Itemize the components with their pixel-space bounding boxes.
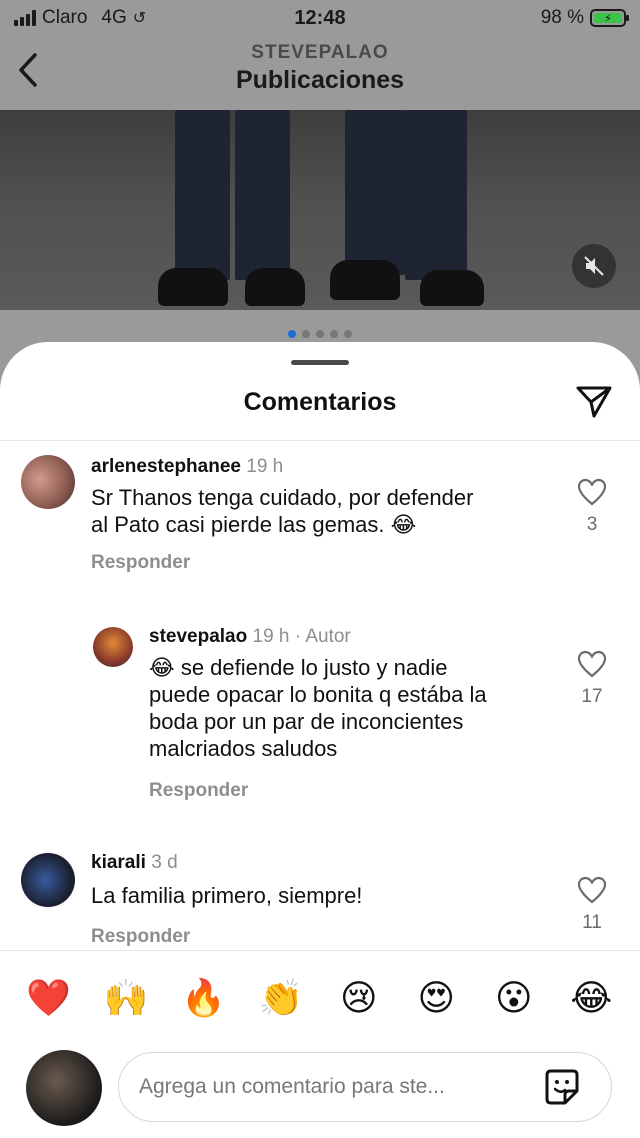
comment-text-line: La familia primero, siempre! xyxy=(91,883,363,908)
avatar[interactable] xyxy=(93,627,133,667)
share-button[interactable] xyxy=(574,382,614,422)
mute-icon xyxy=(584,256,604,276)
emoji-button-cry[interactable]: 😢 xyxy=(329,977,389,1019)
send-icon xyxy=(576,386,612,418)
status-bar: Claro 4G ↺ 12:48 98 % ⚡ xyxy=(0,0,640,36)
page-title: Publicaciones xyxy=(235,66,405,94)
emoji-button-clap[interactable]: 👏 xyxy=(251,977,311,1019)
heart-icon xyxy=(577,478,607,506)
comment-username[interactable]: arlenestephanee xyxy=(91,456,241,477)
nav-subtitle: STEVEPALAO xyxy=(251,42,389,63)
comment-username[interactable]: kiarali xyxy=(91,852,146,873)
comment-text-line: Sr Thanos tenga cuidado, por defender xyxy=(91,485,474,510)
emoji-button-heart-eyes[interactable]: 😍 xyxy=(406,977,466,1019)
avatar[interactable] xyxy=(21,853,75,907)
avatar[interactable] xyxy=(21,455,75,509)
sheet-title: Comentarios xyxy=(243,388,397,416)
reply-button[interactable]: Responder xyxy=(91,926,190,948)
emoji-button-surprised[interactable]: 😮 xyxy=(484,977,544,1019)
comment-text-line: boda por un par de inconcientes xyxy=(149,709,464,734)
like-count: 11 xyxy=(582,912,602,933)
battery-percent: 98 % xyxy=(540,7,584,28)
network-label: 4G xyxy=(101,7,127,28)
carrier-label: Claro xyxy=(42,7,88,28)
comment-time: 19 h xyxy=(246,456,284,477)
sticker-icon[interactable] xyxy=(541,1067,583,1109)
reply-button[interactable]: Responder xyxy=(91,552,190,574)
like-count: 3 xyxy=(586,514,598,535)
reply-button[interactable]: Responder xyxy=(149,780,248,802)
heart-icon xyxy=(577,650,607,678)
comment-text-line: 😂 se defiende lo justo y nadie xyxy=(149,655,448,680)
link-icon: ↺ xyxy=(132,10,147,27)
clock: 12:48 xyxy=(294,6,346,29)
signal-icon xyxy=(14,10,36,26)
comment-composer: Agrega un comentario para ste... xyxy=(0,1046,640,1138)
emoji-button-heart[interactable]: ❤️ xyxy=(19,977,79,1019)
comment-input[interactable]: Agrega un comentario para ste... xyxy=(118,1052,612,1122)
comment-time: 3 d xyxy=(151,852,178,873)
emoji-reaction-bar: ❤️ 🙌 🔥 👏 😢 😍 😮 😂 xyxy=(0,950,640,1046)
sheet-grabber[interactable] xyxy=(291,360,349,365)
like-count: 17 xyxy=(581,686,603,707)
battery-icon: ⚡ xyxy=(590,9,629,27)
carousel-dots xyxy=(0,330,640,338)
comment-input-placeholder: Agrega un comentario para ste... xyxy=(139,1075,445,1098)
emoji-button-laugh[interactable]: 😂 xyxy=(561,977,621,1019)
comment-text-line: puede opacar lo bonita q estába la xyxy=(149,682,487,707)
heart-icon xyxy=(577,876,607,904)
comment-text-line: malcriados saludos xyxy=(149,736,338,761)
like-button[interactable] xyxy=(572,876,612,908)
like-button[interactable] xyxy=(572,650,612,682)
post-media[interactable] xyxy=(0,110,640,310)
avatar xyxy=(26,1050,102,1126)
comment-text-line: al Pato casi pierde las gemas. 😂 xyxy=(91,512,417,537)
comment-time: 19 h · Autor xyxy=(252,626,351,647)
mute-button[interactable] xyxy=(572,244,616,288)
like-button[interactable] xyxy=(572,478,612,510)
divider xyxy=(0,440,640,441)
nav-bar: STEVEPALAO Publicaciones xyxy=(0,36,640,110)
comment-username[interactable]: stevepalao xyxy=(149,626,247,647)
emoji-button-fire[interactable]: 🔥 xyxy=(174,977,234,1019)
emoji-button-raised-hands[interactable]: 🙌 xyxy=(96,977,156,1019)
